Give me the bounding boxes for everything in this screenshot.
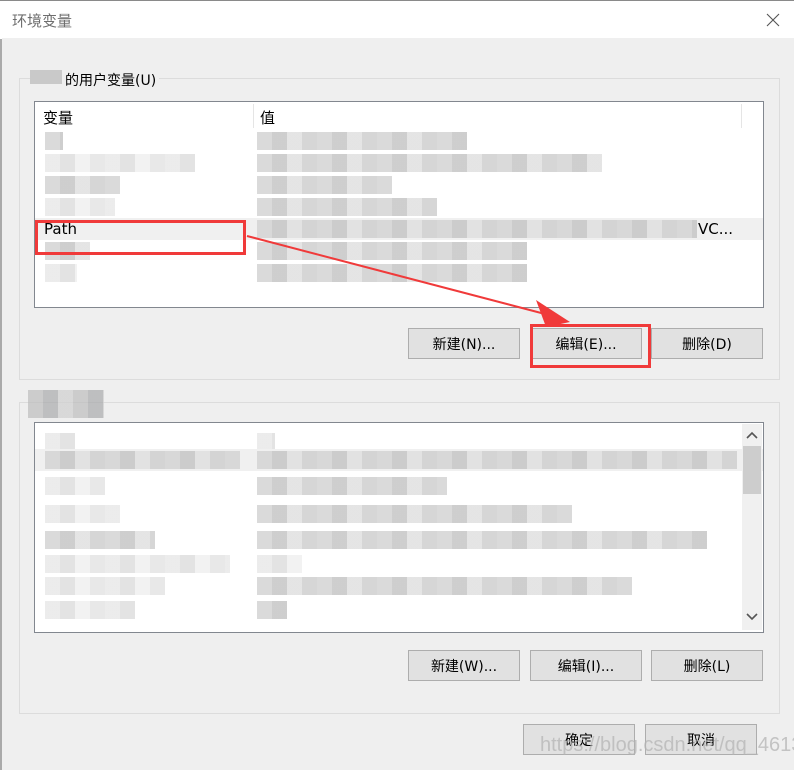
table-row[interactable]: [35, 174, 763, 196]
column-header-value[interactable]: 值: [260, 107, 275, 128]
table-row[interactable]: [35, 575, 763, 597]
user-variables-list[interactable]: 变量 值 Path VC...: [34, 101, 764, 308]
dialog-body: 的用户变量(U) 变量 值 Path VC... 新建(N)... 编辑(E).…: [2, 38, 794, 770]
table-row[interactable]: [35, 529, 763, 551]
table-row-path[interactable]: Path VC...: [35, 218, 763, 240]
system-edit-button[interactable]: 编辑(I)...: [530, 650, 642, 681]
table-row[interactable]: [35, 475, 763, 497]
system-group-label-redacted: [28, 390, 104, 418]
table-row[interactable]: [35, 503, 763, 525]
system-new-button[interactable]: 新建(W)...: [408, 650, 520, 681]
close-button[interactable]: [760, 7, 786, 33]
table-row[interactable]: [35, 262, 763, 284]
user-group-label-redacted: [30, 70, 64, 84]
system-delete-button[interactable]: 删除(L): [651, 650, 763, 681]
table-row[interactable]: [35, 130, 763, 152]
column-header-variable[interactable]: 变量: [43, 107, 73, 128]
system-variables-list[interactable]: [34, 422, 764, 633]
window-title: 环境变量: [12, 12, 73, 30]
vertical-scrollbar[interactable]: [742, 424, 762, 630]
variable-value-path: VC...: [698, 220, 734, 238]
table-row[interactable]: [35, 553, 763, 575]
chevron-up-icon[interactable]: [746, 430, 758, 440]
ok-button[interactable]: 确定: [523, 724, 635, 755]
table-row[interactable]: [35, 240, 763, 262]
cancel-button[interactable]: 取消: [645, 724, 757, 755]
user-delete-button[interactable]: 删除(D): [651, 328, 763, 359]
table-row[interactable]: [35, 196, 763, 218]
table-row[interactable]: [35, 449, 763, 471]
close-icon: [766, 13, 780, 27]
title-bar: 环境变量: [0, 0, 794, 39]
table-row[interactable]: [35, 152, 763, 174]
user-edit-button[interactable]: 编辑(E)...: [530, 328, 642, 359]
scrollbar-thumb[interactable]: [743, 446, 761, 494]
chevron-down-icon[interactable]: [746, 612, 758, 622]
user-new-button[interactable]: 新建(N)...: [408, 328, 520, 359]
variable-name-path: Path: [44, 220, 77, 238]
list-header: 变量 值: [35, 102, 763, 130]
table-row[interactable]: [35, 599, 763, 621]
user-variables-label: 的用户变量(U): [62, 70, 160, 90]
